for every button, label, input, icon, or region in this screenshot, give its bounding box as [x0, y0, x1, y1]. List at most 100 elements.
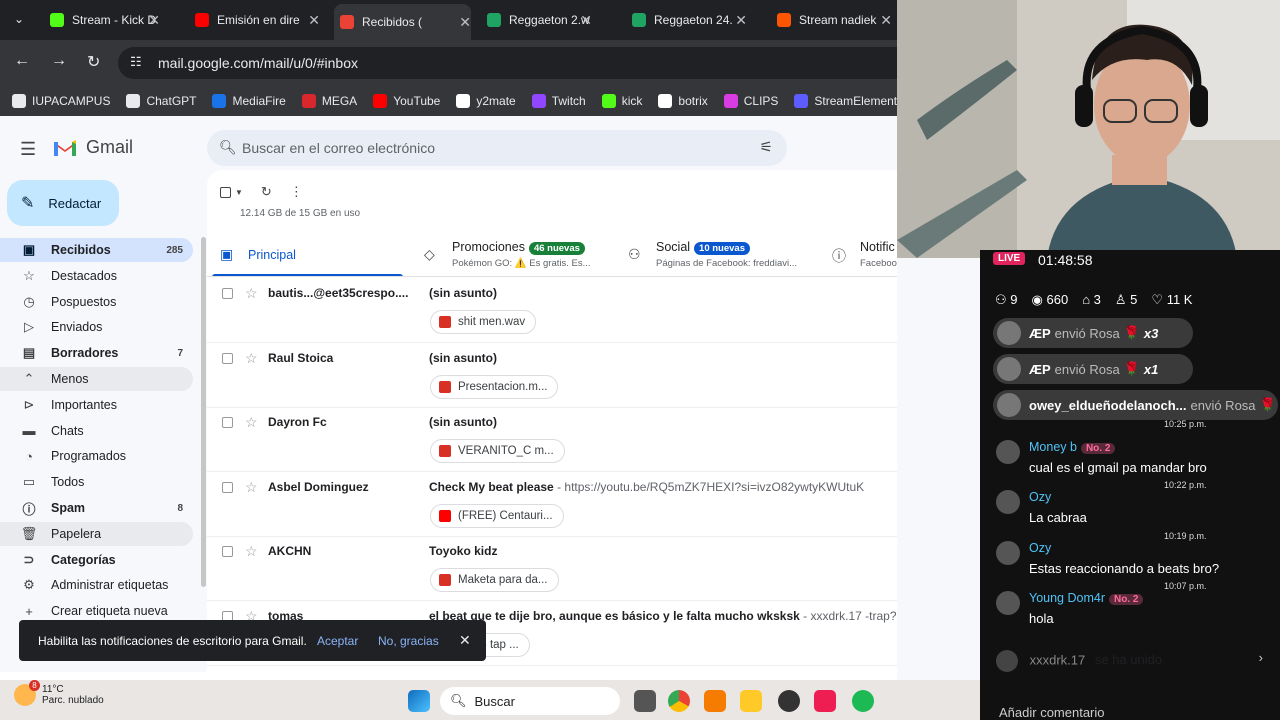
task-view-icon[interactable] — [634, 690, 656, 712]
bookmark-item[interactable]: botrix — [658, 94, 708, 108]
sidebar-item[interactable]: 🗑︎ Papelera — [0, 521, 193, 546]
tab-close-icon[interactable]: ✕ — [308, 12, 320, 29]
sidebar-item[interactable]: ▭ Todos — [0, 470, 193, 494]
sidebar-item[interactable]: ⓘ Spam 8 — [0, 496, 193, 520]
close-icon[interactable]: ✕ — [459, 632, 471, 649]
search-options-icon[interactable]: ⚟ — [760, 138, 773, 156]
taskbar-search[interactable]: 🔍︎ Buscar — [440, 687, 620, 715]
sidebar-item[interactable]: ◷ Pospuestos — [0, 290, 193, 314]
tab-close-icon[interactable]: ✕ — [148, 12, 160, 29]
bookmark-item[interactable]: StreamElements — [794, 94, 903, 108]
tiktok-icon[interactable] — [814, 690, 836, 712]
bookmark-item[interactable]: CLIPS — [723, 94, 778, 108]
star-icon[interactable]: ☆ — [245, 350, 258, 367]
attachment-chip[interactable]: shit men.wav — [430, 310, 537, 334]
bookmark-item[interactable]: ChatGPT — [126, 94, 196, 108]
search-icon[interactable]: 🔍︎ — [219, 139, 237, 156]
mail-search-bar[interactable]: 🔍︎ Buscar en el correo electrónico ⚟ — [207, 130, 787, 166]
forward-arrow-icon[interactable]: → — [51, 52, 67, 70]
tab-close-icon[interactable]: ✕ — [880, 12, 892, 29]
browser-tab[interactable]: Recibidos (✕ — [334, 4, 471, 40]
bookmark-item[interactable]: YouTube — [373, 94, 440, 108]
weather-widget[interactable]: 8 11°C Parc. nublado — [14, 680, 104, 706]
browser-tab[interactable]: Emisión en dire ✕ — [195, 6, 320, 34]
file-explorer-icon[interactable] — [740, 690, 762, 712]
sidebar-item[interactable]: ☆ Destacados — [0, 264, 193, 288]
tab-close-icon[interactable]: ✕ — [735, 12, 747, 29]
reload-icon[interactable]: ↻ — [87, 52, 100, 72]
bookmark-item[interactable]: Twitch — [531, 94, 586, 108]
browser-tab[interactable]: Stream nadiek ✕ — [777, 6, 892, 34]
windows-start-icon[interactable] — [408, 690, 430, 712]
compose-button[interactable]: ✎ Redactar — [7, 180, 119, 226]
star-icon[interactable]: ☆ — [245, 285, 258, 302]
menu-icon[interactable]: ☰ — [20, 139, 36, 160]
browser-tab[interactable]: Reggaeton 24. ✕ — [632, 6, 747, 34]
category-tab[interactable]: ⓘ Notific Facebook: Tienes 11 notificac — [832, 236, 897, 276]
obs-icon[interactable] — [778, 690, 800, 712]
category-tab[interactable]: ⚇ Social 10 nuevas Páginas de Facebook: fre… — [628, 236, 818, 276]
browser-tab[interactable]: Reggaeton 2.w ✕ — [487, 6, 592, 34]
sidebar-item-label: Programados — [51, 449, 127, 464]
row-checkbox[interactable] — [222, 288, 233, 299]
row-checkbox[interactable] — [222, 417, 233, 429]
attachment-chip[interactable]: VERANITO_C m... — [430, 439, 565, 464]
tab-close-icon[interactable]: ✕ — [580, 12, 592, 29]
email-row[interactable]: ☆ bautis...@eet35crespo.... (sin asunto) sh… — [207, 279, 897, 343]
email-row[interactable]: ☆ Asbel Dominguez Check My beat please - h… — [207, 473, 897, 537]
bookmark-item[interactable]: IUPACAMPUS — [12, 94, 110, 108]
sidebar-item[interactable]: ▤ Borradores 7 — [0, 341, 193, 365]
sidebar-item[interactable]: ▷ Enviados — [0, 315, 193, 339]
avatar — [997, 393, 1021, 417]
category-tab[interactable]: ◇ Promociones 46 nuevas Pokémon GO: ⚠️ Es g… — [424, 236, 614, 276]
star-icon[interactable]: ☆ — [245, 479, 258, 496]
bookmark-item[interactable]: y2mate — [456, 94, 516, 108]
add-comment-input[interactable]: Añadir comentario — [999, 705, 1105, 720]
attachment-chip[interactable]: Maketa para da... — [430, 568, 559, 593]
bookmark-item[interactable]: MEGA — [301, 94, 357, 108]
row-checkbox[interactable] — [222, 481, 233, 493]
select-all-checkbox[interactable] — [220, 186, 231, 198]
sidebar-item[interactable]: ▬ Chats — [0, 419, 193, 443]
chevron-right-icon[interactable]: › — [1259, 650, 1263, 665]
plus-icon: + — [25, 603, 33, 619]
star-icon[interactable]: ☆ — [245, 543, 258, 560]
site-settings-icon[interactable]: ☷ — [130, 54, 142, 70]
tab-close-icon[interactable]: ✕ — [459, 14, 471, 31]
row-checkbox[interactable] — [222, 352, 233, 364]
email-row[interactable]: ☆ Raul Stoica (sin asunto) Presentacion.m..… — [207, 344, 897, 408]
accept-button[interactable]: Aceptar — [317, 634, 358, 648]
chat-time: 10:25 p.m. — [1164, 419, 1207, 429]
bookmark-item[interactable]: kick — [601, 94, 642, 108]
refresh-icon[interactable]: ↻ — [261, 184, 272, 200]
select-dropdown-icon[interactable]: ▼ — [235, 188, 243, 197]
chrome-icon[interactable] — [668, 690, 690, 712]
browser-tab[interactable]: Stream - Kick D ✕ — [50, 6, 160, 34]
attachment-chip[interactable]: Presentacion.m... — [430, 374, 559, 399]
tab-search-chevron-icon[interactable]: ⌄ — [8, 8, 30, 30]
sidebar-item[interactable]: ⊃ Categorías — [0, 548, 193, 572]
star-icon[interactable]: ☆ — [245, 414, 258, 431]
row-checkbox[interactable] — [222, 546, 233, 558]
address-bar[interactable]: ☷ mail.google.com/mail/u/0/#inbox — [118, 47, 897, 79]
email-row[interactable]: ☆ AKCHN Toyoko kidz Maketa para da... — [207, 537, 897, 602]
sidebar-scrollbar[interactable] — [201, 237, 206, 587]
sidebar-item[interactable]: ⚙ Administrar etiquetas — [0, 573, 193, 597]
decline-button[interactable]: No, gracias — [378, 634, 439, 648]
sidebar-item[interactable]: ▣ Recibidos 285 — [0, 238, 193, 262]
email-row[interactable]: ☆ Dayron Fc (sin asunto) VERANITO_C m... — [207, 408, 897, 473]
fl-studio-icon[interactable] — [704, 690, 726, 712]
tab-favicon-icon — [487, 13, 501, 27]
back-arrow-icon[interactable]: ← — [14, 52, 30, 70]
category-tab[interactable]: ▣ Principal — [220, 236, 410, 276]
sidebar-item[interactable]: ⌃ Menos — [0, 367, 193, 391]
attachment-chip[interactable]: (FREE) Centauri... — [430, 503, 564, 528]
sidebar-item[interactable]: ⊳ Importantes — [0, 393, 193, 417]
attachment-name: (FREE) Centauri... — [458, 509, 553, 522]
more-options-icon[interactable]: ⋮ — [290, 184, 303, 200]
gmail-logo[interactable]: Gmail — [52, 137, 133, 158]
bookmark-icon — [456, 94, 471, 108]
sidebar-item[interactable]: ◔ Programados — [0, 444, 193, 468]
bookmark-item[interactable]: MediaFire — [212, 94, 286, 108]
spotify-icon[interactable] — [852, 690, 874, 712]
